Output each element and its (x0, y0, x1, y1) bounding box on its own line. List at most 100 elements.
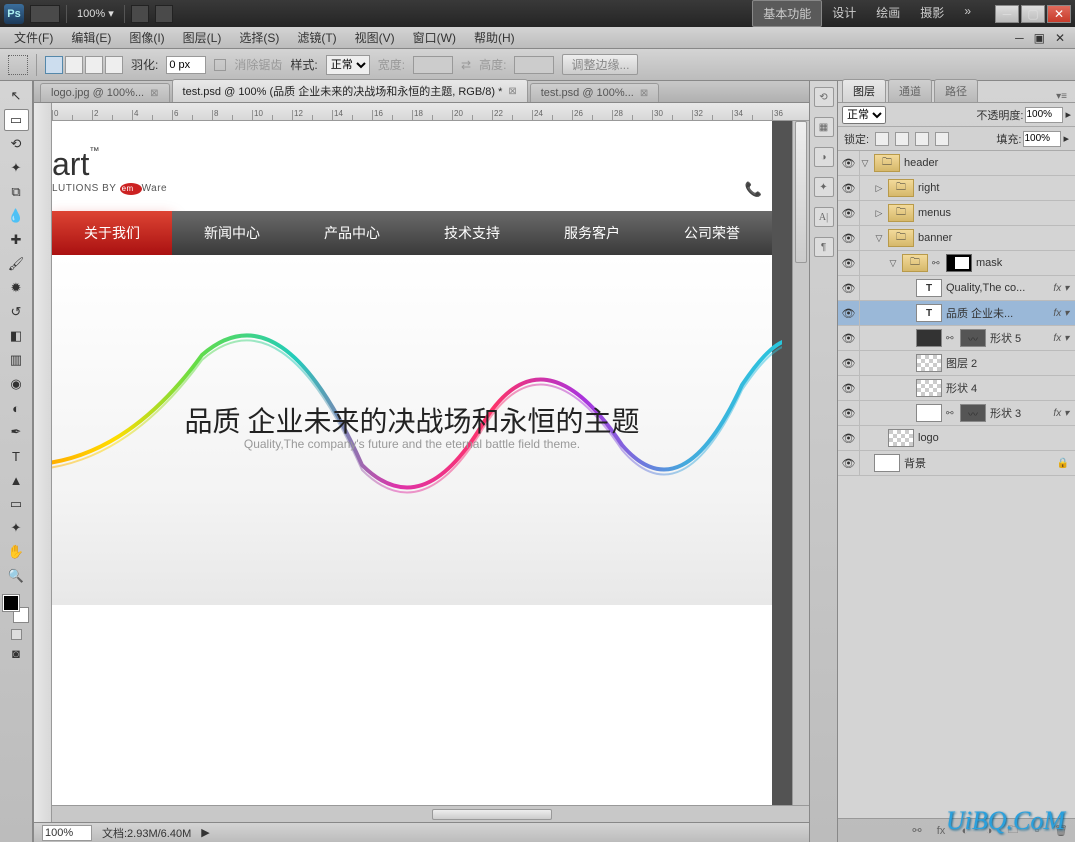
expand-arrow-icon[interactable]: ▷ (874, 183, 884, 194)
lock-transparency-icon[interactable] (875, 132, 889, 146)
menu-image[interactable]: 图像(I) (121, 27, 172, 48)
path-select-tool-icon[interactable]: ▲ (4, 469, 29, 491)
visibility-toggle-icon[interactable]: 👁 (838, 251, 860, 275)
tab-channels[interactable]: 通道 (888, 79, 932, 102)
layer-row[interactable]: 👁▽🗀banner (838, 226, 1075, 251)
zoom-tool-icon[interactable]: 🔍 (4, 565, 29, 587)
shape-tool-icon[interactable]: ▭ (4, 493, 29, 515)
layer-name[interactable]: 形状 5 (990, 330, 1047, 346)
selmode-intersect[interactable] (105, 56, 123, 74)
menu-help[interactable]: 帮助(H) (466, 27, 523, 48)
adjustment-layer-icon[interactable]: ◑ (981, 823, 997, 839)
layer-row[interactable]: 👁TQuality,The co...fx ▾ (838, 276, 1075, 301)
gradient-tool-icon[interactable]: ▥ (4, 349, 29, 371)
menu-window[interactable]: 窗口(W) (405, 27, 464, 48)
panel-menu-icon[interactable]: ▾≡ (1052, 91, 1071, 102)
history-brush-tool-icon[interactable]: ↺ (4, 301, 29, 323)
visibility-toggle-icon[interactable]: 👁 (838, 351, 860, 375)
expand-arrow-icon[interactable]: ▷ (874, 208, 884, 219)
workspace-tab-photography[interactable]: 摄影 (910, 0, 954, 27)
layer-row[interactable]: 👁T品质 企业未...fx ▾ (838, 301, 1075, 326)
fx-badge[interactable]: fx ▾ (1053, 333, 1069, 344)
lock-position-icon[interactable] (915, 132, 929, 146)
layer-row[interactable]: 👁logo (838, 426, 1075, 451)
paragraph-panel-icon[interactable]: ¶ (814, 237, 834, 257)
antialias-checkbox[interactable] (214, 59, 226, 71)
marquee-tool-icon[interactable]: ▭ (4, 109, 29, 131)
selmode-subtract[interactable] (85, 56, 103, 74)
layer-name[interactable]: right (918, 182, 1075, 194)
layer-mask-icon[interactable]: ◐ (957, 823, 973, 839)
lock-pixels-icon[interactable] (895, 132, 909, 146)
workspace-tab-design[interactable]: 设计 (822, 0, 866, 27)
status-arrow-icon[interactable]: ▶ (201, 826, 209, 839)
layer-row[interactable]: 👁 ▷ 🗀 right (838, 176, 1075, 201)
tab-layers[interactable]: 图层 (842, 79, 886, 102)
layer-thumbnail[interactable]: 🗀 (888, 229, 914, 247)
layer-thumbnail[interactable] (916, 379, 942, 397)
visibility-toggle-icon[interactable]: 👁 (838, 376, 860, 400)
layer-row[interactable]: 👁 形状 4 (838, 376, 1075, 401)
menu-layer[interactable]: 图层(L) (175, 27, 230, 48)
opacity-input[interactable] (1025, 107, 1063, 123)
crop-tool-icon[interactable]: ⧉ (4, 181, 29, 203)
layer-name[interactable]: menus (918, 207, 1075, 219)
workspace-more[interactable]: » (954, 0, 981, 27)
submin-button[interactable]: ─ (1011, 31, 1028, 45)
layer-thumbnail[interactable]: 🗀 (874, 154, 900, 172)
horizontal-scrollbar[interactable] (52, 805, 809, 822)
nav-item[interactable]: 公司荣誉 (652, 211, 772, 255)
layer-row[interactable]: 👁▽🗀header (838, 151, 1075, 176)
pen-tool-icon[interactable]: ✒ (4, 421, 29, 443)
visibility-toggle-icon[interactable]: 👁 (838, 426, 860, 450)
layer-thumbnail[interactable]: 🗀 (888, 179, 914, 197)
healing-tool-icon[interactable]: ✚ (4, 229, 29, 251)
vector-mask-thumbnail[interactable]: 〰 (960, 329, 986, 347)
lock-all-icon[interactable] (935, 132, 949, 146)
expand-arrow-icon[interactable]: ▽ (874, 233, 884, 244)
character-panel-icon[interactable]: A| (814, 207, 834, 227)
marquee-tool-icon[interactable] (8, 55, 28, 75)
feather-input[interactable] (166, 56, 206, 74)
nav-item[interactable]: 技术支持 (412, 211, 532, 255)
close-tab-icon[interactable]: ⊠ (150, 88, 158, 99)
quickmask-toggle[interactable] (11, 629, 22, 640)
maximize-button[interactable]: ▢ (1021, 5, 1045, 23)
selmode-add[interactable] (65, 56, 83, 74)
launcher-dropdown[interactable] (30, 5, 60, 23)
nav-item[interactable]: 服务客户 (532, 211, 652, 255)
layer-thumbnail[interactable]: T (916, 304, 942, 322)
layer-name[interactable]: header (904, 157, 1075, 169)
fx-badge[interactable]: fx ▾ (1053, 408, 1069, 419)
screen-mode-icon[interactable]: ◙ (4, 642, 29, 664)
fill-input[interactable] (1023, 131, 1061, 147)
lasso-tool-icon[interactable]: ⟲ (4, 133, 29, 155)
layer-name[interactable]: 形状 4 (946, 380, 1075, 396)
close-tab-icon[interactable]: ⊠ (640, 88, 648, 99)
visibility-toggle-icon[interactable]: 👁 (838, 226, 860, 250)
visibility-toggle-icon[interactable]: 👁 (838, 326, 860, 350)
tab-paths[interactable]: 路径 (934, 79, 978, 102)
visibility-toggle-icon[interactable]: 👁 (838, 176, 860, 200)
layer-thumbnail[interactable] (874, 454, 900, 472)
menu-file[interactable]: 文件(F) (6, 27, 61, 48)
visibility-toggle-icon[interactable]: 👁 (838, 451, 860, 475)
vector-mask-thumbnail[interactable]: 〰 (960, 404, 986, 422)
style-select[interactable]: 正常 (326, 55, 370, 75)
delete-layer-icon[interactable]: 🗑 (1053, 823, 1069, 839)
brush-tool-icon[interactable]: 🖌 (4, 253, 29, 275)
mask-thumbnail[interactable] (946, 254, 972, 272)
workspace-tab-painting[interactable]: 绘画 (866, 0, 910, 27)
fx-badge[interactable]: fx ▾ (1053, 308, 1069, 319)
layer-row[interactable]: 👁⚯〰形状 3fx ▾ (838, 401, 1075, 426)
layer-row[interactable]: 👁▽🗀⚯mask (838, 251, 1075, 276)
layer-thumbnail[interactable]: 🗀 (888, 204, 914, 222)
color-swatches[interactable] (3, 595, 29, 623)
layer-row[interactable]: 👁▷🗀menus (838, 201, 1075, 226)
nav-item[interactable]: 新闻中心 (172, 211, 292, 255)
nav-item[interactable]: 产品中心 (292, 211, 412, 255)
type-tool-icon[interactable]: T (4, 445, 29, 467)
refine-edge-button[interactable]: 调整边缘... (562, 54, 638, 75)
menu-edit[interactable]: 编辑(E) (63, 27, 119, 48)
new-layer-icon[interactable]: ▫ (1029, 823, 1045, 839)
